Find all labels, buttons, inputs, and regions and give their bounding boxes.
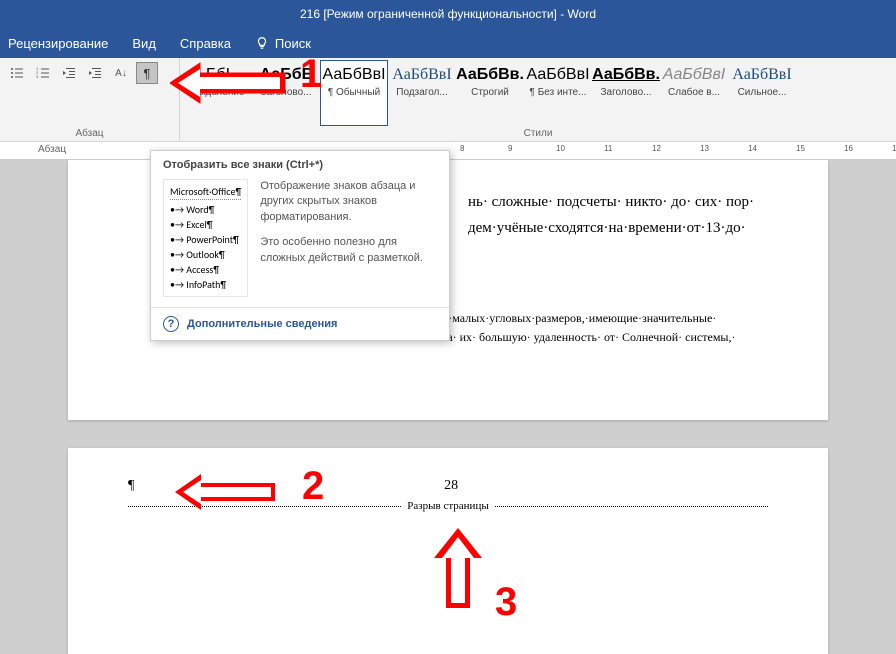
style-name: ¶ Обычный bbox=[325, 87, 383, 98]
tooltip-list-item: •→ Access¶ bbox=[170, 262, 241, 277]
paragraph-group: 123 A↓ ¶ Абзац bbox=[0, 58, 180, 141]
menu-bar: Рецензирование Вид Справка Поиск bbox=[0, 28, 896, 58]
ruler-number: 11 bbox=[604, 144, 612, 153]
page-2[interactable]: ¶ 28 Разрыв страницы bbox=[68, 448, 828, 654]
tooltip-description: Отображение знаков абзаца и других скрыт… bbox=[260, 179, 437, 297]
style-item-1[interactable]: АаБбEЗаголово... bbox=[252, 60, 320, 126]
tooltip-list-item: •→ Outlook¶ bbox=[170, 247, 241, 262]
bullets-button[interactable] bbox=[6, 62, 28, 84]
style-preview: АаБбВв. bbox=[592, 63, 660, 87]
style-name: Слабое в... bbox=[665, 87, 723, 98]
paragraph-group-label: Абзац bbox=[6, 128, 173, 139]
tooltip-desc-2: Это особенно полезно для сложных действи… bbox=[260, 235, 437, 266]
tooltip-list-item: •→ InfoPath¶ bbox=[170, 277, 241, 292]
style-preview: АаБбВв. bbox=[456, 63, 524, 87]
style-preview: АаБбВвI bbox=[663, 63, 725, 87]
style-preview: АаБбВвI bbox=[526, 63, 589, 87]
style-name: Заголово... bbox=[597, 87, 655, 98]
increase-indent-button[interactable] bbox=[84, 62, 106, 84]
ruler-number: 14 bbox=[748, 144, 757, 153]
menu-search[interactable]: Поиск bbox=[255, 36, 311, 51]
tooltip-list-item: •→ Word¶ bbox=[170, 202, 241, 217]
ruler-number: 10 bbox=[556, 144, 565, 153]
doc-line-3: чайно·малых·угловых·размеров,·имеющие·зн… bbox=[418, 309, 768, 328]
tooltip-desc-1: Отображение знаков абзаца и других скрыт… bbox=[260, 179, 437, 225]
tooltip-show-marks: Отобразить все знаки (Ctrl+*) Microsoft·… bbox=[150, 150, 450, 341]
style-name: Выделение bbox=[189, 87, 247, 98]
tooltip-list-item: •→ PowerPoint¶ bbox=[170, 232, 241, 247]
style-preview: АаБбВвI bbox=[322, 63, 385, 87]
ruler-number: 13 bbox=[700, 144, 709, 153]
title-bar: 216 [Режим ограниченной функциональности… bbox=[0, 0, 896, 28]
menu-review[interactable]: Рецензирование bbox=[8, 36, 108, 51]
tooltip-title: Отобразить все знаки (Ctrl+*) bbox=[151, 151, 449, 177]
ruler-number: 17 bbox=[892, 144, 896, 153]
style-preview: АаБбВвI bbox=[392, 63, 451, 87]
style-item-2[interactable]: АаБбВвI¶ Обычный bbox=[320, 60, 388, 126]
style-name: Подзагол... bbox=[393, 87, 451, 98]
style-preview: АаБбE bbox=[260, 63, 313, 87]
ruler-number: 9 bbox=[508, 144, 512, 153]
menu-view[interactable]: Вид bbox=[132, 36, 156, 51]
tooltip-more-link[interactable]: ? Дополнительные сведения bbox=[151, 307, 449, 340]
style-preview: АаБбВвI bbox=[732, 63, 791, 87]
ruler-number: 15 bbox=[796, 144, 805, 153]
style-item-6[interactable]: АаБбВв.Заголово... bbox=[592, 60, 660, 126]
style-preview: БбI bbox=[206, 63, 230, 87]
page-break-label: Разрыв страницы bbox=[401, 500, 494, 512]
style-item-8[interactable]: АаБбВвIСильное... bbox=[728, 60, 796, 126]
ruler-number: 16 bbox=[844, 144, 853, 153]
style-item-3[interactable]: АаБбВвIПодзагол... bbox=[388, 60, 456, 126]
tooltip-list-item: •→ Excel¶ bbox=[170, 217, 241, 232]
page-number: 28 bbox=[134, 478, 768, 494]
ruler-number: 8 bbox=[460, 144, 464, 153]
doc-line-2: дем·учёные·сходятся·на·времени·от·13·до· bbox=[468, 216, 768, 242]
lightbulb-icon bbox=[255, 36, 269, 50]
ruler-section-label: Абзац bbox=[38, 144, 66, 155]
page-break-indicator: Разрыв страницы bbox=[128, 500, 768, 512]
svg-text:3: 3 bbox=[36, 74, 39, 79]
style-name: ¶ Без инте... bbox=[529, 87, 587, 98]
ruler-number: 12 bbox=[652, 144, 661, 153]
menu-help[interactable]: Справка bbox=[180, 36, 231, 51]
numbering-button[interactable]: 123 bbox=[32, 62, 54, 84]
tooltip-list-title: Microsoft·Office¶ bbox=[170, 184, 241, 200]
tooltip-preview: Microsoft·Office¶ •→ Word¶•→ Excel¶•→ Po… bbox=[163, 179, 248, 297]
menu-search-label: Поиск bbox=[275, 36, 311, 51]
styles-group: БбIВыделениеАаБбEЗаголово...АаБбВвI¶ Обы… bbox=[180, 58, 896, 141]
style-name: Сильное... bbox=[733, 87, 791, 98]
styles-group-label: Стили bbox=[184, 126, 892, 139]
decrease-indent-button[interactable] bbox=[58, 62, 80, 84]
sort-button[interactable]: A↓ bbox=[110, 62, 132, 84]
tooltip-more-label: Дополнительные сведения bbox=[187, 318, 337, 330]
show-marks-button[interactable]: ¶ bbox=[136, 62, 158, 84]
style-item-5[interactable]: АаБбВвI¶ Без инте... bbox=[524, 60, 592, 126]
style-name: Заголово... bbox=[257, 87, 315, 98]
style-item-0[interactable]: БбIВыделение bbox=[184, 60, 252, 126]
style-name: Строгий bbox=[461, 87, 519, 98]
style-item-4[interactable]: АаБбВв.Строгий bbox=[456, 60, 524, 126]
title-text: 216 [Режим ограниченной функциональности… bbox=[300, 7, 596, 21]
doc-line-4: ает· на· их· большую· удаленность· от· С… bbox=[418, 328, 768, 347]
help-icon: ? bbox=[163, 316, 179, 332]
doc-line-1: нь· сложные· подсчеты· никто· до· сих· п… bbox=[468, 190, 768, 216]
ribbon: 123 A↓ ¶ Абзац БбIВыделениеАаБбEЗаголово… bbox=[0, 58, 896, 142]
style-item-7[interactable]: АаБбВвIСлабое в... bbox=[660, 60, 728, 126]
